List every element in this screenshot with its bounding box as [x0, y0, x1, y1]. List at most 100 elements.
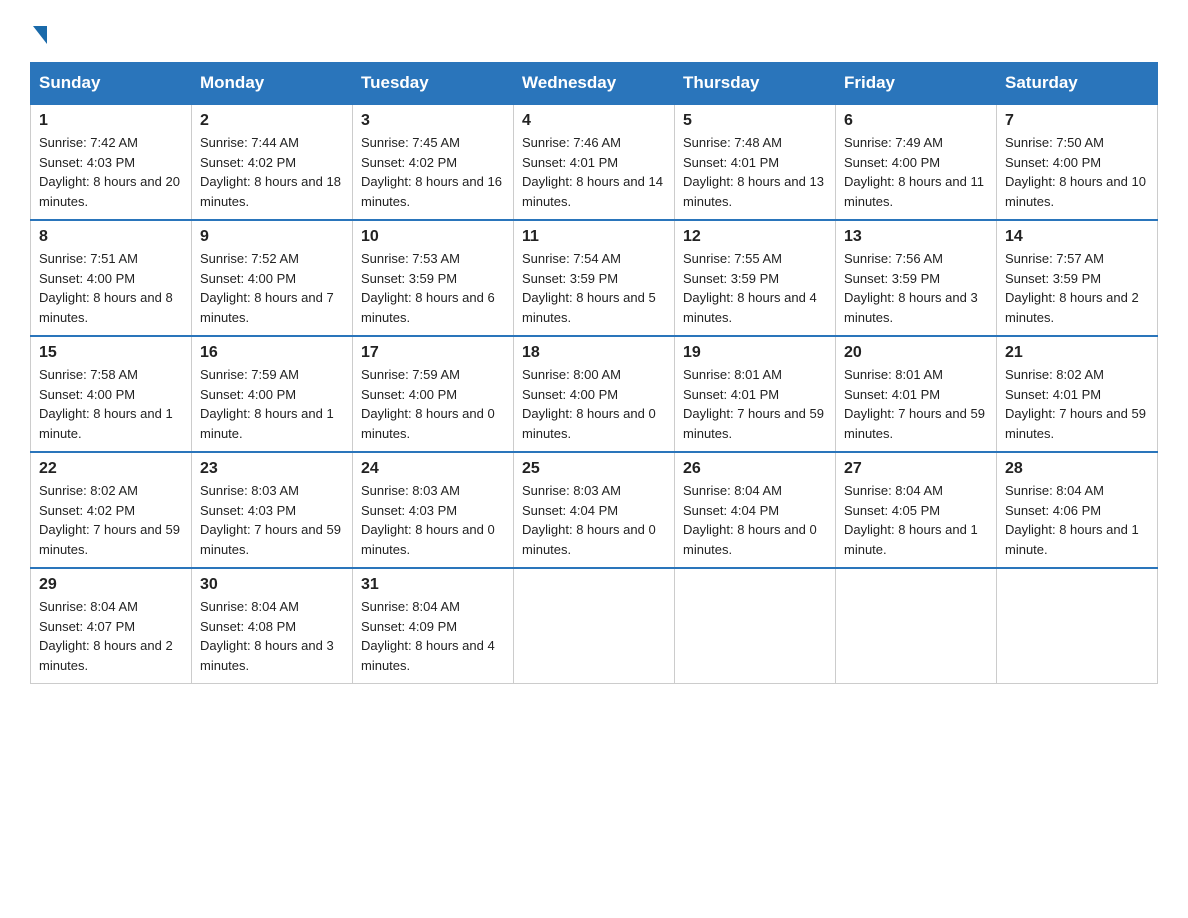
day-number: 6	[844, 112, 988, 130]
calendar-cell: 26 Sunrise: 8:04 AMSunset: 4:04 PMDaylig…	[675, 452, 836, 568]
day-number: 11	[522, 228, 666, 246]
day-info: Sunrise: 7:56 AMSunset: 3:59 PMDaylight:…	[844, 249, 988, 327]
day-number: 19	[683, 344, 827, 362]
page-header	[30, 20, 1158, 44]
calendar-cell	[997, 568, 1158, 684]
calendar-cell: 12 Sunrise: 7:55 AMSunset: 3:59 PMDaylig…	[675, 220, 836, 336]
day-info: Sunrise: 8:04 AMSunset: 4:07 PMDaylight:…	[39, 597, 183, 675]
day-info: Sunrise: 8:00 AMSunset: 4:00 PMDaylight:…	[522, 365, 666, 443]
day-number: 14	[1005, 228, 1149, 246]
day-number: 26	[683, 460, 827, 478]
day-info: Sunrise: 7:49 AMSunset: 4:00 PMDaylight:…	[844, 133, 988, 211]
day-info: Sunrise: 8:04 AMSunset: 4:04 PMDaylight:…	[683, 481, 827, 559]
calendar-cell: 16 Sunrise: 7:59 AMSunset: 4:00 PMDaylig…	[192, 336, 353, 452]
calendar-cell	[675, 568, 836, 684]
day-number: 7	[1005, 112, 1149, 130]
day-info: Sunrise: 8:04 AMSunset: 4:08 PMDaylight:…	[200, 597, 344, 675]
calendar-cell: 8 Sunrise: 7:51 AMSunset: 4:00 PMDayligh…	[31, 220, 192, 336]
day-number: 9	[200, 228, 344, 246]
day-number: 12	[683, 228, 827, 246]
calendar-cell: 13 Sunrise: 7:56 AMSunset: 3:59 PMDaylig…	[836, 220, 997, 336]
calendar-cell: 1 Sunrise: 7:42 AMSunset: 4:03 PMDayligh…	[31, 104, 192, 220]
day-number: 22	[39, 460, 183, 478]
day-info: Sunrise: 8:01 AMSunset: 4:01 PMDaylight:…	[683, 365, 827, 443]
logo	[30, 20, 47, 44]
day-info: Sunrise: 7:59 AMSunset: 4:00 PMDaylight:…	[361, 365, 505, 443]
day-number: 28	[1005, 460, 1149, 478]
day-info: Sunrise: 8:04 AMSunset: 4:06 PMDaylight:…	[1005, 481, 1149, 559]
calendar-cell: 5 Sunrise: 7:48 AMSunset: 4:01 PMDayligh…	[675, 104, 836, 220]
day-number: 27	[844, 460, 988, 478]
day-number: 30	[200, 576, 344, 594]
day-info: Sunrise: 7:46 AMSunset: 4:01 PMDaylight:…	[522, 133, 666, 211]
day-number: 2	[200, 112, 344, 130]
calendar-cell: 11 Sunrise: 7:54 AMSunset: 3:59 PMDaylig…	[514, 220, 675, 336]
calendar-cell	[836, 568, 997, 684]
calendar-cell: 24 Sunrise: 8:03 AMSunset: 4:03 PMDaylig…	[353, 452, 514, 568]
day-info: Sunrise: 8:02 AMSunset: 4:02 PMDaylight:…	[39, 481, 183, 559]
calendar-cell: 22 Sunrise: 8:02 AMSunset: 4:02 PMDaylig…	[31, 452, 192, 568]
header-friday: Friday	[836, 63, 997, 105]
day-info: Sunrise: 8:01 AMSunset: 4:01 PMDaylight:…	[844, 365, 988, 443]
calendar-cell: 29 Sunrise: 8:04 AMSunset: 4:07 PMDaylig…	[31, 568, 192, 684]
header-tuesday: Tuesday	[353, 63, 514, 105]
day-number: 17	[361, 344, 505, 362]
week-row-4: 22 Sunrise: 8:02 AMSunset: 4:02 PMDaylig…	[31, 452, 1158, 568]
calendar-cell: 20 Sunrise: 8:01 AMSunset: 4:01 PMDaylig…	[836, 336, 997, 452]
calendar-cell: 2 Sunrise: 7:44 AMSunset: 4:02 PMDayligh…	[192, 104, 353, 220]
day-number: 8	[39, 228, 183, 246]
day-number: 10	[361, 228, 505, 246]
calendar-cell: 30 Sunrise: 8:04 AMSunset: 4:08 PMDaylig…	[192, 568, 353, 684]
day-number: 31	[361, 576, 505, 594]
day-number: 18	[522, 344, 666, 362]
day-info: Sunrise: 8:03 AMSunset: 4:03 PMDaylight:…	[361, 481, 505, 559]
logo-arrow-icon	[33, 26, 47, 44]
calendar-cell: 18 Sunrise: 8:00 AMSunset: 4:00 PMDaylig…	[514, 336, 675, 452]
day-info: Sunrise: 7:53 AMSunset: 3:59 PMDaylight:…	[361, 249, 505, 327]
calendar-cell: 9 Sunrise: 7:52 AMSunset: 4:00 PMDayligh…	[192, 220, 353, 336]
week-row-3: 15 Sunrise: 7:58 AMSunset: 4:00 PMDaylig…	[31, 336, 1158, 452]
calendar-cell: 10 Sunrise: 7:53 AMSunset: 3:59 PMDaylig…	[353, 220, 514, 336]
header-monday: Monday	[192, 63, 353, 105]
day-info: Sunrise: 7:52 AMSunset: 4:00 PMDaylight:…	[200, 249, 344, 327]
day-number: 1	[39, 112, 183, 130]
day-number: 29	[39, 576, 183, 594]
header-thursday: Thursday	[675, 63, 836, 105]
day-info: Sunrise: 7:55 AMSunset: 3:59 PMDaylight:…	[683, 249, 827, 327]
day-number: 4	[522, 112, 666, 130]
day-info: Sunrise: 7:50 AMSunset: 4:00 PMDaylight:…	[1005, 133, 1149, 211]
day-number: 13	[844, 228, 988, 246]
calendar-cell: 15 Sunrise: 7:58 AMSunset: 4:00 PMDaylig…	[31, 336, 192, 452]
day-number: 24	[361, 460, 505, 478]
day-info: Sunrise: 7:45 AMSunset: 4:02 PMDaylight:…	[361, 133, 505, 211]
day-info: Sunrise: 7:59 AMSunset: 4:00 PMDaylight:…	[200, 365, 344, 443]
week-row-5: 29 Sunrise: 8:04 AMSunset: 4:07 PMDaylig…	[31, 568, 1158, 684]
day-number: 3	[361, 112, 505, 130]
day-number: 16	[200, 344, 344, 362]
calendar-cell: 4 Sunrise: 7:46 AMSunset: 4:01 PMDayligh…	[514, 104, 675, 220]
week-row-2: 8 Sunrise: 7:51 AMSunset: 4:00 PMDayligh…	[31, 220, 1158, 336]
calendar-cell: 21 Sunrise: 8:02 AMSunset: 4:01 PMDaylig…	[997, 336, 1158, 452]
header-saturday: Saturday	[997, 63, 1158, 105]
calendar-cell: 14 Sunrise: 7:57 AMSunset: 3:59 PMDaylig…	[997, 220, 1158, 336]
day-info: Sunrise: 7:44 AMSunset: 4:02 PMDaylight:…	[200, 133, 344, 211]
calendar-cell: 3 Sunrise: 7:45 AMSunset: 4:02 PMDayligh…	[353, 104, 514, 220]
header-sunday: Sunday	[31, 63, 192, 105]
calendar-cell: 31 Sunrise: 8:04 AMSunset: 4:09 PMDaylig…	[353, 568, 514, 684]
header-wednesday: Wednesday	[514, 63, 675, 105]
day-info: Sunrise: 8:03 AMSunset: 4:03 PMDaylight:…	[200, 481, 344, 559]
calendar-cell: 7 Sunrise: 7:50 AMSunset: 4:00 PMDayligh…	[997, 104, 1158, 220]
day-info: Sunrise: 7:57 AMSunset: 3:59 PMDaylight:…	[1005, 249, 1149, 327]
calendar-cell: 6 Sunrise: 7:49 AMSunset: 4:00 PMDayligh…	[836, 104, 997, 220]
day-number: 15	[39, 344, 183, 362]
calendar-cell	[514, 568, 675, 684]
day-info: Sunrise: 8:04 AMSunset: 4:05 PMDaylight:…	[844, 481, 988, 559]
calendar-cell: 17 Sunrise: 7:59 AMSunset: 4:00 PMDaylig…	[353, 336, 514, 452]
day-info: Sunrise: 8:02 AMSunset: 4:01 PMDaylight:…	[1005, 365, 1149, 443]
day-info: Sunrise: 8:04 AMSunset: 4:09 PMDaylight:…	[361, 597, 505, 675]
day-info: Sunrise: 7:48 AMSunset: 4:01 PMDaylight:…	[683, 133, 827, 211]
day-number: 25	[522, 460, 666, 478]
day-number: 20	[844, 344, 988, 362]
calendar-table: SundayMondayTuesdayWednesdayThursdayFrid…	[30, 62, 1158, 684]
calendar-cell: 19 Sunrise: 8:01 AMSunset: 4:01 PMDaylig…	[675, 336, 836, 452]
